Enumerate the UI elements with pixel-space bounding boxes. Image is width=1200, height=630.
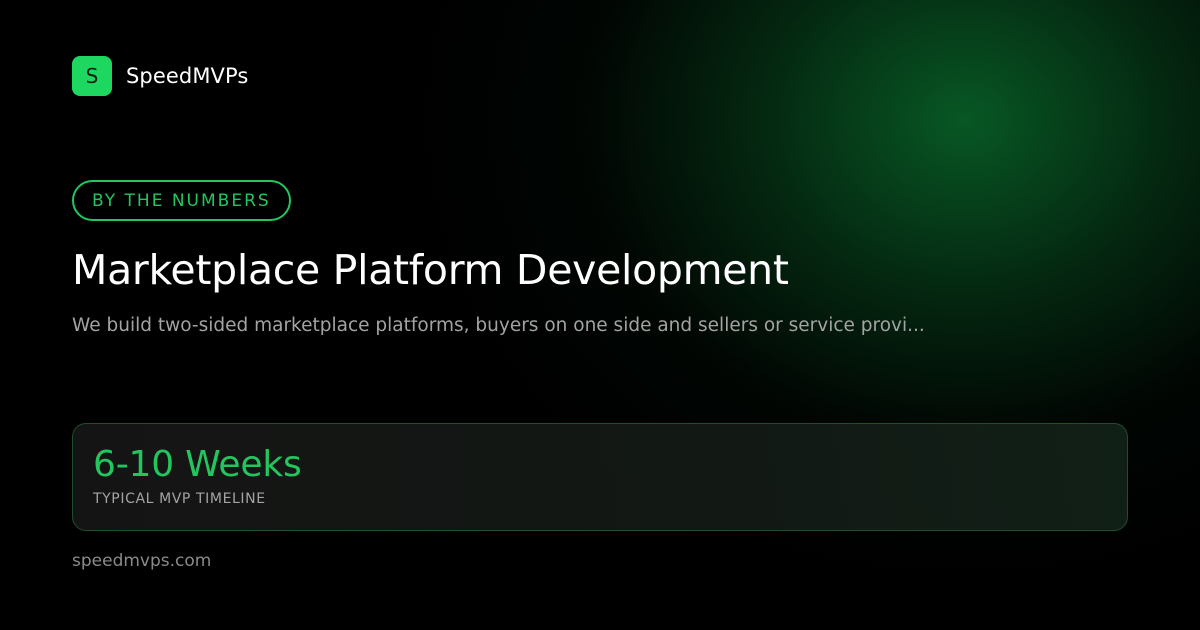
brand: S SpeedMVPs bbox=[72, 56, 248, 96]
footer-url: speedmvps.com bbox=[72, 551, 212, 571]
brand-name: SpeedMVPs bbox=[126, 64, 249, 88]
brand-logo-icon: S bbox=[72, 56, 112, 96]
stat-label: TYPICAL MVP TIMELINE bbox=[93, 491, 266, 508]
stat-card: 6-10 Weeks TYPICAL MVP TIMELINE bbox=[72, 423, 1128, 531]
section-badge-label: BY THE NUMBERS bbox=[92, 190, 271, 211]
section-badge: BY THE NUMBERS bbox=[72, 180, 291, 221]
stat-value: 6-10 Weeks bbox=[93, 444, 302, 485]
page-subtitle: We build two-sided marketplace platforms… bbox=[72, 315, 925, 336]
brand-logo-letter: S bbox=[85, 64, 99, 88]
page-title: Marketplace Platform Development bbox=[72, 246, 789, 294]
og-card: { "brand": { "logo_letter": "S", "name":… bbox=[0, 0, 1200, 630]
